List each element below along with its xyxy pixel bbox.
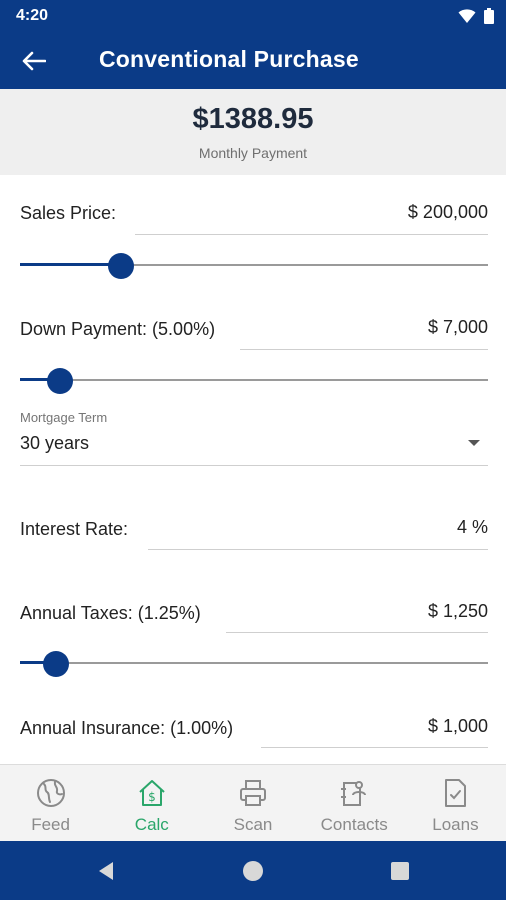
payment-summary: $1388.95 Monthly Payment xyxy=(0,89,506,175)
recents-square-icon[interactable] xyxy=(388,859,412,883)
home-circle-icon[interactable] xyxy=(241,859,265,883)
back-button[interactable] xyxy=(18,46,50,76)
down-payment-slider[interactable] xyxy=(20,368,488,394)
monthly-payment-label: Monthly Payment xyxy=(198,145,308,161)
slider-thumb[interactable] xyxy=(46,368,73,394)
dropdown-arrow-icon xyxy=(468,440,480,446)
globe-icon xyxy=(36,779,65,807)
page-title: Conventional Purchase xyxy=(99,46,359,72)
annual-insurance-label: Annual Insurance: (1.00%) xyxy=(20,718,234,738)
battery-icon xyxy=(484,8,494,24)
wifi-icon xyxy=(458,9,476,23)
nav-label-calc: Calc xyxy=(134,815,169,834)
nav-label-contacts: Contacts xyxy=(320,815,388,834)
nav-item-contacts[interactable]: Contacts xyxy=(304,765,405,842)
svg-text:$: $ xyxy=(148,790,156,804)
system-nav-bar xyxy=(0,841,506,900)
annual-insurance-input[interactable]: $ 1,000 xyxy=(428,716,488,737)
annual-taxes-input[interactable]: $ 1,250 xyxy=(428,601,488,622)
slider-thumb[interactable] xyxy=(107,253,134,279)
slider-thumb[interactable] xyxy=(43,651,70,677)
printer-icon xyxy=(240,780,266,806)
annual-insurance-underline xyxy=(261,747,488,748)
sales-price-input[interactable]: $ 200,000 xyxy=(408,202,488,223)
slider-fill xyxy=(20,263,121,266)
down-payment-input[interactable]: $ 7,000 xyxy=(428,317,488,338)
down-payment-underline xyxy=(240,349,488,350)
slider-track xyxy=(20,662,488,664)
sales-price-slider[interactable] xyxy=(20,253,488,279)
interest-rate-label: Interest Rate: xyxy=(20,519,129,539)
contacts-icon xyxy=(341,781,367,806)
annual-taxes-slider[interactable] xyxy=(20,651,488,677)
down-payment-label: Down Payment: (5.00%) xyxy=(20,319,216,339)
sales-price-underline xyxy=(135,234,488,235)
nav-item-feed[interactable]: Feed xyxy=(0,765,101,842)
interest-rate-input[interactable]: 4 % xyxy=(457,517,488,538)
annual-taxes-label: Annual Taxes: (1.25%) xyxy=(20,603,201,623)
mortgage-term-value: 30 years xyxy=(20,433,90,453)
status-bar: 4:20 xyxy=(0,0,506,32)
annual-taxes-underline xyxy=(226,632,488,633)
bottom-navigation: Feed $ Calc Scan Contacts Loans xyxy=(0,764,506,842)
nav-label-loans: Loans xyxy=(432,815,479,834)
status-icons xyxy=(458,8,494,24)
arrow-left-icon xyxy=(22,51,46,71)
home-dollar-icon: $ xyxy=(139,780,165,806)
nav-label-scan: Scan xyxy=(233,815,273,834)
status-time: 4:20 xyxy=(16,7,49,24)
nav-item-scan[interactable]: Scan xyxy=(202,765,303,842)
mortgage-term-underline xyxy=(20,465,488,466)
mortgage-term-label: Mortgage Term xyxy=(20,410,108,425)
app-bar: Conventional Purchase xyxy=(0,32,506,89)
nav-item-loans[interactable]: Loans xyxy=(405,765,506,842)
monthly-payment-amount: $1388.95 xyxy=(192,103,314,135)
nav-label-feed: Feed xyxy=(31,815,70,834)
nav-item-calc[interactable]: $ Calc xyxy=(101,765,202,842)
back-triangle-icon[interactable] xyxy=(94,859,118,883)
interest-rate-underline xyxy=(148,549,488,550)
sales-price-label: Sales Price: xyxy=(20,203,117,223)
slider-track xyxy=(20,379,488,381)
document-check-icon xyxy=(445,779,467,807)
